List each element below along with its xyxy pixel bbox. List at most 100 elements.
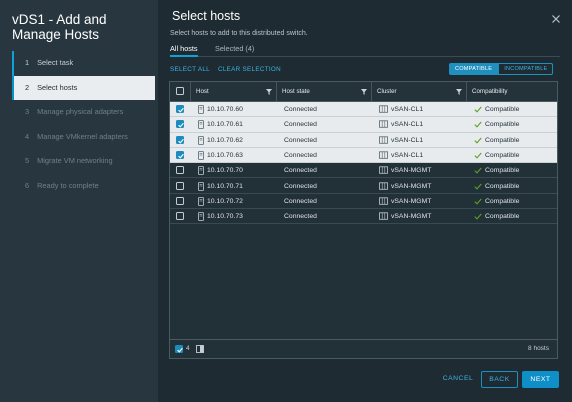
step-label: Ready to complete bbox=[37, 180, 99, 190]
check-icon bbox=[474, 167, 482, 174]
table-row[interactable]: 10.10.70.62 Connected vSAN-CL1 Compatible bbox=[170, 132, 557, 148]
footer-total-count: 8 hosts bbox=[528, 345, 549, 352]
row-checkbox[interactable] bbox=[176, 135, 184, 144]
row-checkbox[interactable] bbox=[176, 120, 184, 129]
host-name: 10.10.70.71 bbox=[207, 182, 243, 190]
host-icon bbox=[198, 105, 204, 114]
compatibility-status: Compatible bbox=[485, 106, 520, 113]
footer-selected-count: 4 bbox=[186, 345, 190, 352]
row-checkbox[interactable] bbox=[176, 166, 184, 175]
cluster-icon bbox=[379, 212, 388, 220]
row-checkbox[interactable] bbox=[176, 105, 184, 113]
step-number: 1 bbox=[25, 58, 30, 67]
column-cluster[interactable]: Cluster bbox=[371, 82, 466, 101]
cluster-icon bbox=[379, 120, 388, 128]
column-toggle-icon[interactable] bbox=[196, 345, 204, 353]
cluster-icon bbox=[379, 135, 388, 144]
step-number: 2 bbox=[25, 82, 30, 92]
compatibility-status: Compatible bbox=[485, 151, 520, 159]
table-row[interactable]: 10.10.70.70 Connected vSAN-MGMT Compatible bbox=[170, 163, 557, 179]
host-name: 10.10.70.62 bbox=[207, 136, 243, 144]
step-number: 6 bbox=[25, 180, 30, 190]
cluster-name: vSAN-CL1 bbox=[391, 121, 424, 129]
hosts-grid: Host Host state Cluster Compatibility 10… bbox=[169, 81, 558, 359]
column-host-state[interactable]: Host state bbox=[276, 82, 371, 101]
step-select-task[interactable]: 1 Select task bbox=[12, 51, 155, 76]
filter-icon[interactable] bbox=[266, 89, 272, 95]
compatible-toggle-button[interactable]: COMPATIBLE bbox=[449, 63, 499, 75]
row-checkbox[interactable] bbox=[176, 150, 184, 159]
column-compatibility-label: Compatibility bbox=[472, 88, 508, 95]
cluster-icon bbox=[379, 166, 388, 174]
step-label: Select task bbox=[37, 58, 74, 67]
step-ready-to-complete: 6 Ready to complete bbox=[12, 174, 155, 199]
host-name: 10.10.70.61 bbox=[207, 121, 243, 129]
host-state: Connected bbox=[284, 136, 317, 144]
host-icon bbox=[198, 181, 204, 191]
back-button[interactable]: BACK bbox=[481, 371, 518, 388]
host-state: Connected bbox=[284, 151, 317, 159]
compatibility-status: Compatible bbox=[485, 182, 520, 190]
wizard-main: Select hosts Select hosts to add to this… bbox=[158, 0, 572, 402]
step-manage-vmkernel-adapters: 4 Manage VMkernel adapters bbox=[12, 125, 155, 150]
tab-selected[interactable]: Selected (4) bbox=[215, 44, 254, 57]
host-icon bbox=[198, 135, 204, 145]
check-icon bbox=[474, 152, 482, 159]
cluster-icon bbox=[379, 105, 388, 113]
host-icon bbox=[198, 196, 204, 206]
row-checkbox[interactable] bbox=[176, 196, 184, 205]
select-all-button[interactable]: SELECT ALL bbox=[170, 66, 210, 73]
host-icon bbox=[198, 212, 204, 221]
cluster-icon bbox=[379, 197, 388, 205]
table-row[interactable]: 10.10.70.63 Connected vSAN-CL1 Compatible bbox=[170, 147, 557, 164]
check-icon bbox=[474, 183, 482, 190]
table-row[interactable]: 10.10.70.73 Connected vSAN-MGMT Compatible bbox=[170, 209, 557, 225]
step-select-hosts[interactable]: 2 Select hosts bbox=[12, 75, 155, 100]
column-compatibility[interactable]: Compatibility bbox=[466, 82, 557, 101]
step-label: Manage physical adapters bbox=[37, 107, 124, 116]
column-cluster-label: Cluster bbox=[377, 88, 397, 95]
cluster-name: vSAN-MGMT bbox=[391, 213, 432, 221]
cancel-button[interactable]: CANCEL bbox=[438, 371, 478, 388]
step-number: 3 bbox=[25, 107, 30, 116]
host-name: 10.10.70.63 bbox=[207, 151, 243, 159]
wizard-steps: 1 Select task 2 Select hosts 3 Manage ph… bbox=[12, 51, 155, 198]
host-state: Connected bbox=[284, 197, 317, 205]
cluster-name: vSAN-CL1 bbox=[391, 151, 424, 159]
cluster-name: vSAN-CL1 bbox=[391, 106, 424, 113]
filter-icon[interactable] bbox=[456, 89, 462, 95]
filter-icon[interactable] bbox=[361, 89, 367, 95]
clear-selection-button[interactable]: CLEAR SELECTION bbox=[218, 66, 281, 73]
step-label: Migrate VM networking bbox=[37, 156, 113, 165]
step-migrate-vm-networking: 5 Migrate VM networking bbox=[12, 149, 155, 174]
step-number: 5 bbox=[25, 156, 30, 165]
close-button[interactable] bbox=[550, 12, 562, 24]
check-icon bbox=[474, 198, 482, 205]
table-row[interactable]: 10.10.70.71 Connected vSAN-MGMT Compatible bbox=[170, 179, 557, 194]
select-all-checkbox[interactable] bbox=[176, 87, 184, 95]
host-name: 10.10.70.73 bbox=[207, 213, 243, 221]
compatibility-status: Compatible bbox=[485, 213, 520, 221]
tab-all-hosts[interactable]: All hosts bbox=[170, 44, 198, 57]
column-host[interactable]: Host bbox=[190, 82, 276, 101]
row-checkbox[interactable] bbox=[176, 212, 184, 221]
host-state: Connected bbox=[284, 121, 317, 129]
cluster-icon bbox=[379, 181, 388, 190]
host-state: Connected bbox=[284, 182, 317, 190]
wizard-title: vDS1 - Add and Manage Hosts bbox=[12, 12, 107, 42]
next-button[interactable]: NEXT bbox=[522, 371, 559, 388]
table-row[interactable]: 10.10.70.60 Connected vSAN-CL1 Compatible bbox=[170, 102, 557, 118]
compatibility-status: Compatible bbox=[485, 136, 520, 144]
host-name: 10.10.70.60 bbox=[207, 106, 243, 113]
cluster-name: vSAN-MGMT bbox=[391, 197, 432, 205]
check-icon bbox=[474, 137, 482, 144]
incompatible-toggle-button[interactable]: INCOMPATIBLE bbox=[498, 63, 554, 75]
check-icon bbox=[474, 213, 482, 220]
page-title: Select hosts bbox=[172, 9, 241, 23]
row-checkbox[interactable] bbox=[176, 181, 184, 190]
page-subtitle: Select hosts to add to this distributed … bbox=[170, 30, 308, 37]
close-icon bbox=[552, 15, 560, 23]
table-row[interactable]: 10.10.70.61 Connected vSAN-CL1 Compatible bbox=[170, 117, 557, 133]
table-row[interactable]: 10.10.70.72 Connected vSAN-MGMT Compatible bbox=[170, 194, 557, 210]
host-icon bbox=[198, 120, 204, 130]
